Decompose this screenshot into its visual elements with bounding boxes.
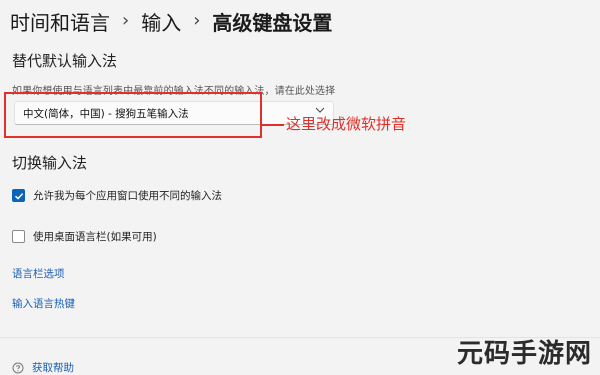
chevron-right-icon: ›: [122, 9, 130, 31]
checkbox-unchecked[interactable]: [12, 230, 25, 243]
help-icon: [12, 362, 24, 373]
language-bar-options-link[interactable]: 语言栏选项: [12, 266, 65, 281]
annotation-text: 这里改成微软拼音: [286, 115, 407, 133]
switch-section-title: 切换输入法: [12, 154, 88, 172]
page-title: 高级键盘设置: [212, 10, 333, 35]
desktop-language-bar-label: 使用桌面语言栏(如果可用): [33, 231, 157, 243]
input-hotkeys-link[interactable]: 输入语言热键: [12, 296, 75, 311]
annotation-highlight-box: [4, 92, 262, 138]
watermark-logo: 元码手游网: [456, 339, 592, 369]
breadcrumb-input[interactable]: 输入: [141, 7, 181, 36]
breadcrumb-time-language[interactable]: 时间和语言: [10, 7, 110, 36]
checkmark-icon: [14, 192, 23, 200]
breadcrumb: 时间和语言 › 输入 › 高级键盘设置: [10, 6, 332, 36]
per-app-input-label: 允许我为每个应用窗口使用不同的输入法: [33, 190, 222, 202]
annotation-connector: [262, 124, 284, 126]
get-help-link[interactable]: 获取帮助: [12, 360, 74, 375]
desktop-language-bar-option[interactable]: 使用桌面语言栏(如果可用): [12, 229, 157, 244]
get-help-label: 获取帮助: [32, 362, 74, 374]
per-app-input-option[interactable]: 允许我为每个应用窗口使用不同的输入法: [12, 188, 222, 203]
checkbox-checked[interactable]: [12, 189, 25, 202]
override-section-title: 替代默认输入法: [12, 52, 118, 70]
chevron-right-icon: ›: [193, 9, 201, 31]
